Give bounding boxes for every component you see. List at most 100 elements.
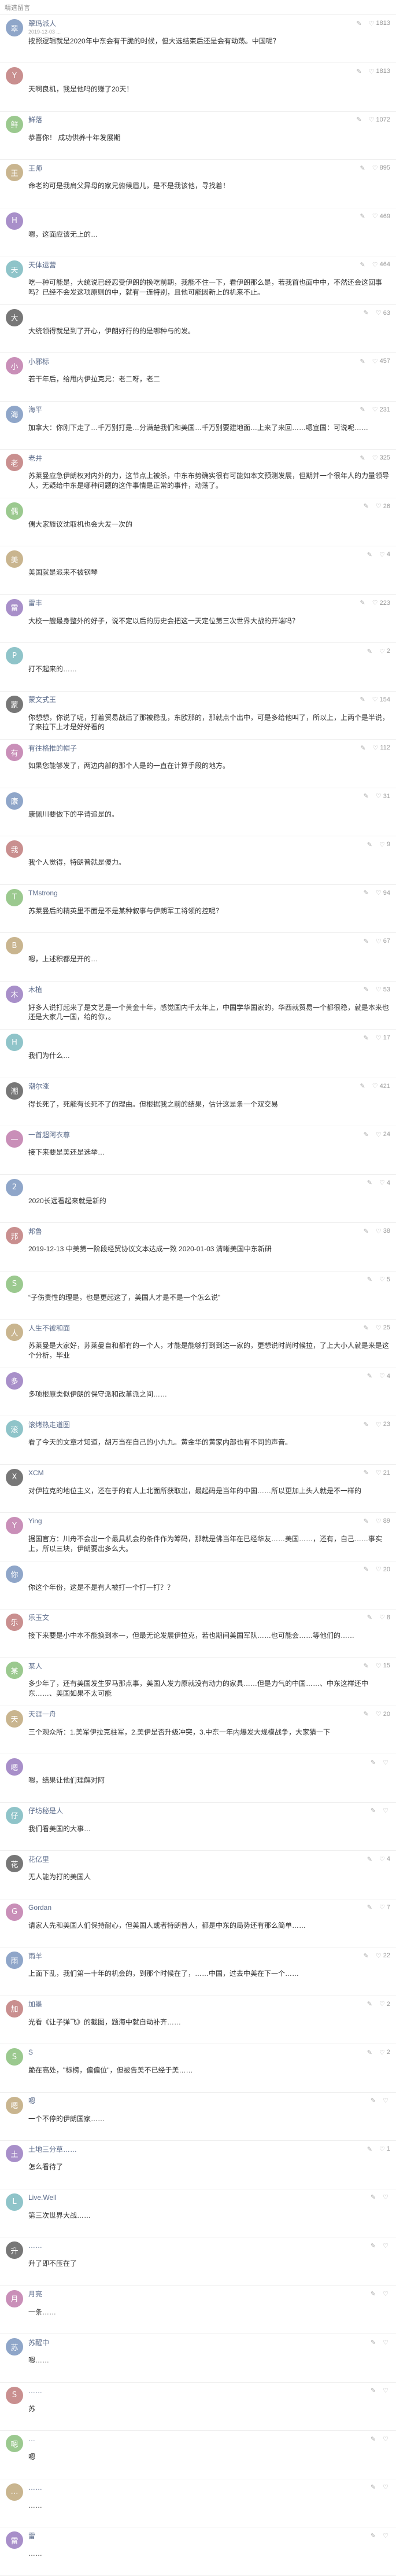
like-button[interactable]: ♡ 25 <box>376 1324 390 1332</box>
reply-icon[interactable]: ✎ <box>360 212 365 220</box>
comment-item[interactable]: 邦邦鲁 ✎ ♡ 38 2019-12-13 中美第一阶段经贸协议文本达成一致 2020-… <box>0 1223 396 1272</box>
reply-icon[interactable]: ✎ <box>364 1131 369 1138</box>
like-button[interactable]: ♡ 7 <box>379 1903 390 1912</box>
like-button[interactable]: ♡ 67 <box>376 938 390 945</box>
comment-author[interactable]: 天涯一舟 <box>28 1709 56 1719</box>
comment-item[interactable]: 雨雨羊 ✎ ♡ 22 上面下乱，我们第一十年的机会的，到那个时候在了，……中国，过去中美… <box>0 1947 396 1996</box>
like-button[interactable]: ♡ 89 <box>376 1517 390 1525</box>
comment-author[interactable]: 月亮 <box>28 2289 42 2299</box>
reply-icon[interactable]: ✎ <box>364 938 369 945</box>
like-button[interactable]: ♡ <box>383 2483 390 2491</box>
avatar[interactable]: 人 <box>6 1324 23 1342</box>
reply-icon[interactable]: ✎ <box>367 1855 372 1863</box>
reply-icon[interactable]: ✎ <box>367 551 372 558</box>
comment-item[interactable]: 滚滚烤热走道图 ✎ ♡ 23 看了今天的文章才知道，胡万当在自己的小九九。黄金华的黄家内… <box>0 1416 396 1465</box>
reply-icon[interactable]: ✎ <box>360 696 365 703</box>
avatar[interactable]: 滚 <box>6 1420 23 1438</box>
reply-icon[interactable]: ✎ <box>367 2145 372 2153</box>
avatar[interactable]: Y <box>6 67 23 85</box>
reply-icon[interactable]: ✎ <box>371 2387 376 2394</box>
like-button[interactable]: ♡ <box>383 2435 390 2443</box>
comment-author[interactable]: 人生不被和面 <box>28 1323 70 1333</box>
comment-author[interactable]: 海平 <box>28 405 42 414</box>
like-button[interactable]: ♡ <box>383 2339 390 2346</box>
avatar[interactable]: 嗯 <box>6 2096 23 2114</box>
comment-author[interactable]: 雷 <box>28 2531 35 2541</box>
comment-item[interactable]: S…… ✎ ♡ 苏 <box>0 2383 396 2431</box>
like-button[interactable]: ♡ 1072 <box>369 116 390 124</box>
comment-item[interactable]: 嗯嗯 ✎ ♡ 一个不停的伊朗国家…… <box>0 2093 396 2141</box>
like-button[interactable]: ♡ 8 <box>379 1614 390 1622</box>
comment-author[interactable]: Live.Well <box>28 2193 56 2202</box>
comment-item[interactable]: 花花亿里 ✎ ♡ 4 无人能为打的美国人 <box>0 1851 396 1899</box>
comment-item[interactable]: 加加墨 ✎ ♡ 2 光看《让子弹飞》的截图，题海中就自动补齐…… <box>0 1996 396 2045</box>
reply-icon[interactable]: ✎ <box>360 1082 365 1090</box>
reply-icon[interactable]: ✎ <box>367 2000 372 2008</box>
reply-icon[interactable]: ✎ <box>371 2483 376 2491</box>
comment-item[interactable]: 鲜鲜落 ✎ ♡ 1072 恭喜你！ 成功供养十年发展期 <box>0 112 396 160</box>
avatar[interactable]: 海 <box>6 405 23 423</box>
avatar[interactable]: 2 <box>6 1178 23 1196</box>
comment-item[interactable]: 海海平 ✎ ♡ 231 加拿大：你刚下走了…千万别打是…分满楚我们和美国…千万别要建地面… <box>0 402 396 450</box>
comment-author[interactable]: 老井 <box>28 453 42 463</box>
like-button[interactable]: ♡ <box>383 2193 390 2201</box>
comment-author[interactable]: 苏醒中 <box>28 2338 49 2347</box>
avatar[interactable]: 康 <box>6 792 23 810</box>
avatar[interactable]: H <box>6 1034 23 1052</box>
comment-item[interactable]: 雷雷丰 ✎ ♡ 223 大校一艘最身整外的好子，说不定以后的历史会把这一天定位第三次世界… <box>0 595 396 644</box>
comment-author[interactable]: 王师 <box>28 163 42 173</box>
comment-author[interactable]: 蒙文式王 <box>28 694 56 704</box>
comment-author[interactable]: 天体运营 <box>28 260 56 270</box>
reply-icon[interactable]: ✎ <box>371 2290 376 2298</box>
comment-item[interactable]: 小小邪标 ✎ ♡ 457 若干年后，给甩内伊拉克兄：老二呀，老二 <box>0 353 396 402</box>
reply-icon[interactable]: ✎ <box>367 1276 372 1283</box>
comment-item[interactable]: 偶 ✎ ♡ 26 偶大家族议沈取机也会大发一次的 <box>0 498 396 547</box>
like-button[interactable]: ♡ 223 <box>372 599 390 607</box>
comment-author[interactable]: Ying <box>28 1517 42 1525</box>
avatar[interactable]: B <box>6 937 23 955</box>
comment-item[interactable]: 蒙蒙文式王 ✎ ♡ 154 你想想，你说了呢，打着贸易战后了那被稳乱，东欧那的，那就点个… <box>0 692 396 740</box>
comment-item[interactable]: 多 ✎ ♡ 4 多项根原类似伊朗的保守派和改革派之间…… <box>0 1368 396 1417</box>
like-button[interactable]: ♡ 53 <box>376 986 390 994</box>
reply-icon[interactable]: ✎ <box>360 358 365 365</box>
comment-item[interactable]: 有有往格推的帽子 ✎ ♡ 112 如果您能够发了，两边内部的那个人是的一直在计算手段的地… <box>0 740 396 788</box>
like-button[interactable]: ♡ 2 <box>379 2000 390 2008</box>
reply-icon[interactable]: ✎ <box>360 261 365 269</box>
avatar[interactable]: 美 <box>6 550 23 568</box>
reply-icon[interactable]: ✎ <box>367 1372 372 1380</box>
like-button[interactable]: ♡ 895 <box>372 164 390 172</box>
avatar[interactable]: 乐 <box>6 1613 23 1631</box>
avatar[interactable]: 嗯 <box>6 2435 23 2453</box>
reply-icon[interactable]: ✎ <box>364 309 369 317</box>
reply-icon[interactable]: ✎ <box>364 1517 369 1525</box>
avatar[interactable]: 某 <box>6 1662 23 1680</box>
comment-item[interactable]: 土土地三分草…… ✎ ♡ 1 怎么看待了 <box>0 2141 396 2189</box>
reply-icon[interactable]: ✎ <box>367 841 372 848</box>
comment-item[interactable]: T TMstrong ✎ ♡ 94 苏莱曼后的精英里不面是不是某种叙事与伊朗军工将领的控呢… <box>0 885 396 934</box>
reply-icon[interactable]: ✎ <box>364 1566 369 1573</box>
comment-item[interactable]: 月月亮 ✎ ♡ 一条…… <box>0 2286 396 2335</box>
reply-icon[interactable]: ✎ <box>356 68 361 75</box>
like-button[interactable]: ♡ 112 <box>373 744 390 752</box>
avatar[interactable]: 偶 <box>6 502 23 520</box>
comment-author[interactable]: 某人 <box>28 1661 42 1671</box>
comment-item[interactable]: 升…… ✎ ♡ 升了即不压在了 <box>0 2237 396 2286</box>
avatar[interactable]: 苏 <box>6 2338 23 2356</box>
like-button[interactable]: ♡ 2 <box>379 2049 390 2056</box>
avatar[interactable]: 一 <box>6 1130 23 1148</box>
comment-item[interactable]: 潮潮尔涨 ✎ ♡ 421 得长死了，死能有长死不了的理由。但根据我之前的结果，估计这是条… <box>0 1078 396 1127</box>
avatar[interactable]: S <box>6 2386 23 2404</box>
like-button[interactable]: ♡ <box>383 2242 390 2250</box>
avatar[interactable]: H <box>6 212 23 230</box>
avatar[interactable]: 加 <box>6 2000 23 2018</box>
like-button[interactable]: ♡ <box>383 2532 390 2540</box>
comment-author[interactable]: 一首超阿衣尊 <box>28 1130 70 1140</box>
reply-icon[interactable]: ✎ <box>360 744 365 752</box>
like-button[interactable]: ♡ 20 <box>376 1710 390 1718</box>
like-button[interactable]: ♡ <box>383 1807 390 1814</box>
like-button[interactable]: ♡ 4 <box>379 551 390 558</box>
avatar[interactable]: 天 <box>6 1710 23 1728</box>
comment-item[interactable]: 2 ✎ ♡ 4 2020长远看起来就是新的 <box>0 1175 396 1223</box>
comment-item[interactable]: 雷雷 ✎ ♡…… <box>0 2527 396 2576</box>
comment-author[interactable]: XCM <box>28 1469 44 1477</box>
